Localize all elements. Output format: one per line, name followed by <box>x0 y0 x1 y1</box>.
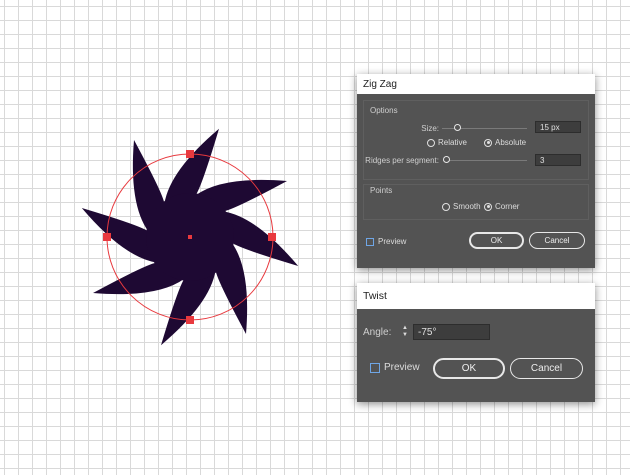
points-label: Points <box>370 186 393 195</box>
zigzag-ok-label: OK <box>490 236 503 245</box>
smooth-label: Smooth <box>453 202 481 211</box>
zigzag-titlebar[interactable]: Zig Zag <box>357 74 595 94</box>
absolute-label: Absolute <box>495 138 527 147</box>
angle-field[interactable]: -75° <box>413 324 490 340</box>
size-value: 15 px <box>540 122 560 132</box>
angle-stepper[interactable]: ▲ ▼ <box>400 324 410 340</box>
twist-title: Twist <box>363 290 387 302</box>
size-slider-thumb[interactable] <box>454 124 461 131</box>
corner-radio[interactable]: Corner <box>484 202 519 211</box>
artboard <box>81 128 299 346</box>
twist-cancel-button[interactable]: Cancel <box>510 358 583 379</box>
relative-radio[interactable]: Relative <box>427 138 467 147</box>
ridges-field[interactable]: 3 <box>535 154 581 166</box>
twist-preview-box <box>370 362 380 373</box>
twist-dialog: Twist Angle: ▲ ▼ -75° Preview OK Cancel <box>357 283 595 402</box>
zigzag-preview-checkbox[interactable]: Preview <box>366 237 406 246</box>
zigzag-dialog: Zig Zag Options Size: 15 px Relative Abs… <box>357 74 595 268</box>
ridges-slider-track[interactable] <box>443 160 527 161</box>
ridges-slider-thumb[interactable] <box>443 156 450 163</box>
size-field[interactable]: 15 px <box>535 121 581 133</box>
relative-radio-circle <box>427 138 435 147</box>
anchor-handle-top[interactable] <box>186 150 194 158</box>
angle-label: Angle: <box>363 327 392 338</box>
zigzag-cancel-button[interactable]: Cancel <box>529 232 585 249</box>
zigzag-ok-button[interactable]: OK <box>469 232 524 249</box>
angle-value: -75° <box>418 326 437 338</box>
ridges-value: 3 <box>540 155 545 165</box>
corner-label: Corner <box>495 202 520 211</box>
twist-titlebar[interactable]: Twist <box>357 283 595 309</box>
angle-up-icon[interactable]: ▲ <box>402 325 408 332</box>
zigzag-preview-box <box>366 237 374 246</box>
zigzag-cancel-label: Cancel <box>544 236 570 245</box>
twist-preview-label: Preview <box>384 362 420 373</box>
smooth-radio-circle <box>442 202 450 211</box>
twist-ok-label: OK <box>461 363 477 374</box>
anchor-handle-left[interactable] <box>103 233 111 241</box>
corner-radio-circle <box>484 202 492 211</box>
center-point <box>188 235 192 239</box>
relative-label: Relative <box>438 138 467 147</box>
anchor-handle-bottom[interactable] <box>186 316 194 324</box>
zigzag-preview-label: Preview <box>378 237 407 246</box>
ridges-label: Ridges per segment: <box>365 156 439 165</box>
twist-ok-button[interactable]: OK <box>433 358 505 379</box>
twist-cancel-label: Cancel <box>530 363 563 374</box>
angle-down-icon[interactable]: ▼ <box>402 332 408 339</box>
anchor-handle-right[interactable] <box>268 233 276 241</box>
smooth-radio[interactable]: Smooth <box>442 202 481 211</box>
absolute-radio[interactable]: Absolute <box>484 138 526 147</box>
size-label: Size: <box>421 124 439 133</box>
options-label: Options <box>370 106 398 115</box>
twist-preview-checkbox[interactable]: Preview <box>370 362 420 373</box>
zigzag-title: Zig Zag <box>363 78 397 90</box>
absolute-radio-circle <box>484 138 492 147</box>
